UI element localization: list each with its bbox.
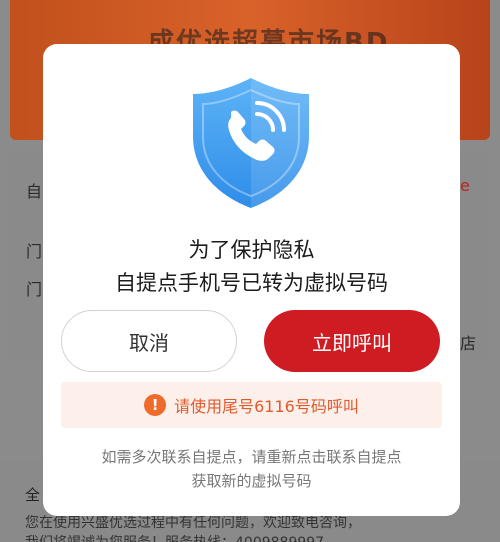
hint-line-2: 获取新的虚拟号码 — [191, 472, 312, 490]
bg-label-3: 门 — [26, 280, 43, 299]
bg-right-text-2: 店 — [460, 334, 477, 353]
cancel-button[interactable]: 取消 — [61, 310, 237, 372]
shield-phone-icon — [189, 74, 313, 212]
notice-text: 请使用尾号6116号码呼叫 — [174, 397, 359, 416]
dialog-title-line-2: 自提点手机号已转为虚拟号码 — [115, 271, 388, 295]
virtual-number-notice: ! 请使用尾号6116号码呼叫 — [61, 382, 442, 428]
bg-right-text-1: e — [460, 176, 470, 195]
cancel-button-label: 取消 — [129, 330, 169, 355]
bg-label-1: 自 — [26, 182, 43, 201]
exclamation-circle-icon: ! — [144, 394, 167, 416]
dialog-title-line-1: 为了保护隐私 — [188, 238, 315, 262]
hint-line-1: 如需多次联系自提点，请重新点击联系自提点 — [101, 448, 402, 466]
call-now-button-label: 立即呼叫 — [312, 330, 392, 355]
privacy-call-dialog: 为了保护隐私 自提点手机号已转为虚拟号码 取消 立即呼叫 ! 请使用尾号6116… — [43, 44, 460, 516]
call-now-button[interactable]: 立即呼叫 — [264, 310, 440, 372]
footer-text-2: 我们将竭诚为您服务！服务热线：4009889997 — [25, 532, 324, 542]
bg-label-2: 门 — [26, 242, 43, 261]
footer-title: 全 — [25, 486, 41, 504]
